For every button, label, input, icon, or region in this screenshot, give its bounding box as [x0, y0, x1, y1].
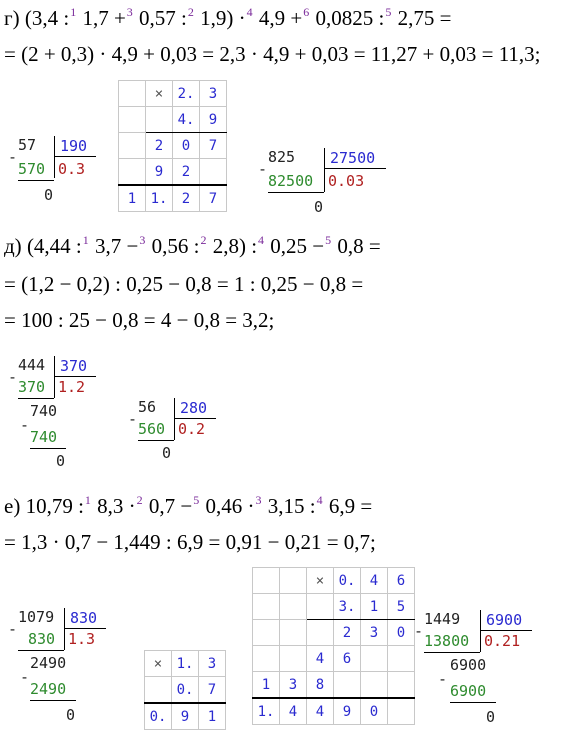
task-g-line2: = (2 + 0,3) · 4,9 + 0,03 = 2,3 · 4,9 + 0…: [4, 42, 541, 66]
g-multiplication-grid: × 2. 3 4. 9 207 92 1 1. 2 7: [118, 80, 227, 212]
g-long-division-2: 825 27500 - 82500 0.03 0: [258, 148, 398, 218]
task-e-line1: е) 10,79 :1 8,3 ·2 0,7 −5 0,46 ·3 3,15 :…: [4, 493, 373, 518]
e-long-division-1: 1079 830 - 830 1.3 2490 - 2490 0: [8, 608, 118, 728]
task-g-line1: г) (3,4 :1 1,7 +3 0,57 :2 1,9) ·4 4,9 +6…: [4, 5, 452, 30]
d-long-division-2: 56 280 - 560 0.2 0: [128, 398, 228, 468]
task-e-line2: = 1,3 · 0,7 − 1,449 : 6,9 = 0,91 − 0,21 …: [4, 530, 376, 554]
e-multiplication-grid-2: × 0. 4 6 3. 1 5 230 46 138 1. 4 4 9 0: [252, 567, 415, 725]
d-long-division-1: 444 370 - 370 1.2 740 - 740 0: [8, 356, 108, 471]
task-d-line2: = (1,2 − 0,2) : 0,25 − 0,8 = 1 : 0,25 − …: [4, 272, 364, 296]
e-multiplication-grid-1: × 1. 3 0. 7 0. 9 1: [144, 650, 226, 730]
g-long-division-1: 57 190 - 570 0.3 0: [8, 136, 108, 216]
e-long-division-2: 1449 6900 - 13800 0.21 6900 - 6900 0: [414, 610, 574, 730]
task-d-line3: = 100 : 25 − 0,8 = 4 − 0,8 = 3,2;: [4, 308, 275, 332]
task-d-line1: д) (4,44 :1 3,7 −3 0,56 :2 2,8) :4 0,25 …: [4, 233, 381, 258]
